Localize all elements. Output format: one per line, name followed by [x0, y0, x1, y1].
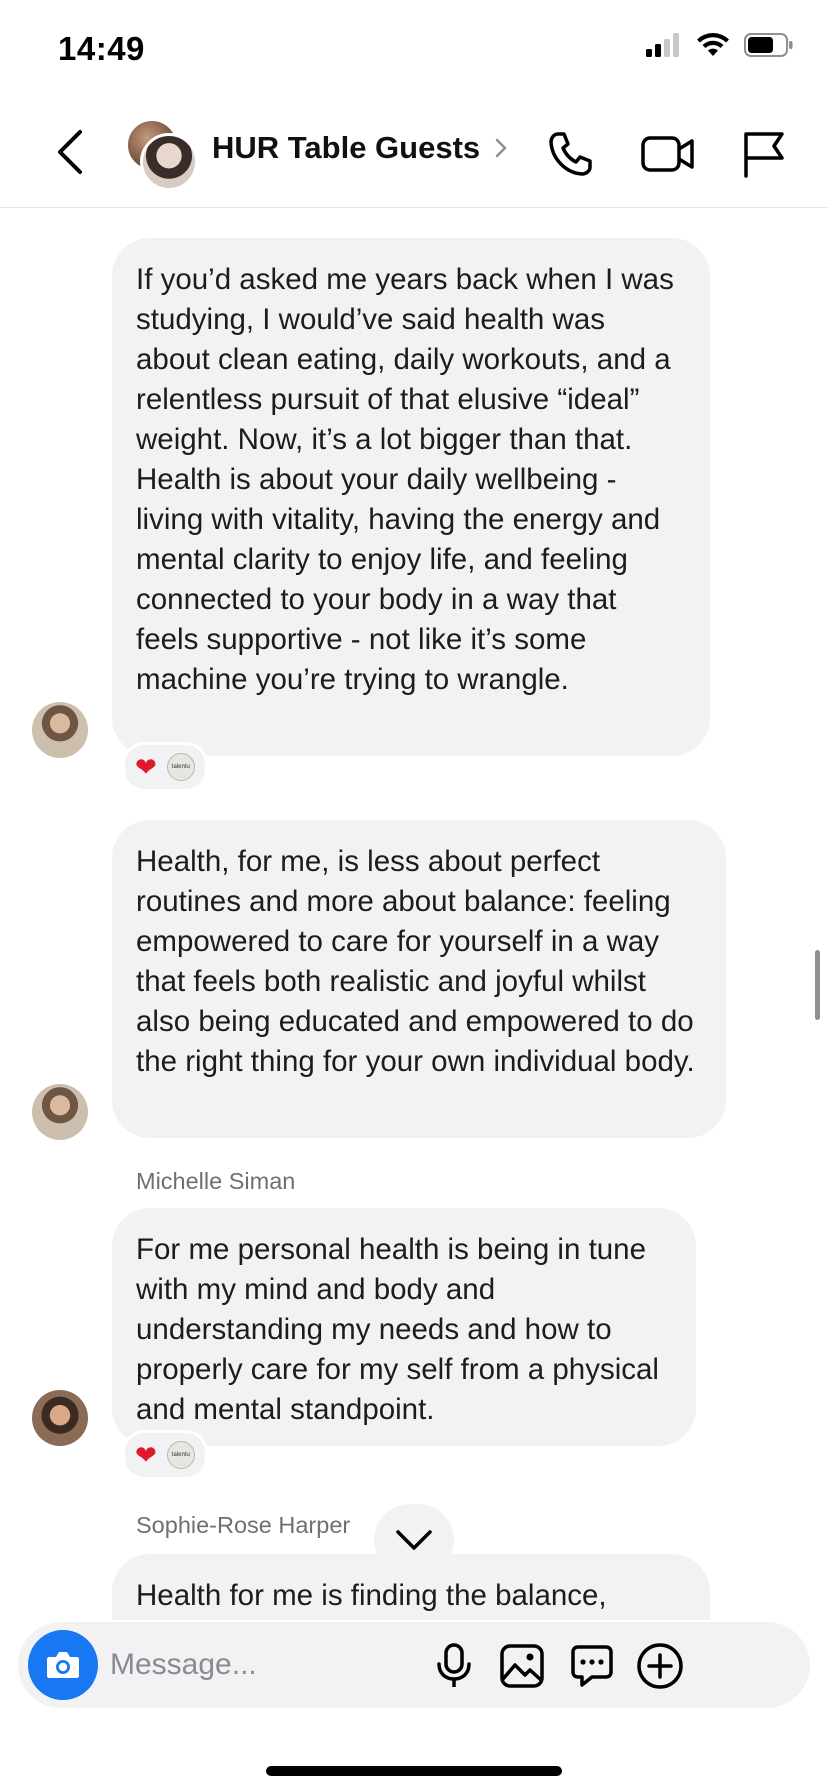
- flag-icon: [744, 132, 784, 178]
- reactor-avatar: talentu: [166, 1441, 195, 1469]
- report-button[interactable]: [738, 128, 790, 180]
- reactor-avatar: talentu: [166, 753, 195, 781]
- sender-name: Sophie-Rose Harper: [136, 1512, 351, 1538]
- scrollbar[interactable]: [815, 950, 820, 1020]
- sticker-button[interactable]: [566, 1640, 618, 1692]
- cellular-signal-icon: [646, 33, 679, 57]
- chat-bubble-icon: [571, 1645, 613, 1687]
- message-reactions[interactable]: ❤ talentu: [122, 742, 208, 792]
- heart-reaction-icon: ❤: [135, 752, 157, 782]
- wifi-icon: [697, 33, 729, 56]
- phone-icon: [549, 132, 592, 176]
- sender-avatar[interactable]: [32, 1084, 88, 1140]
- microphone-icon: [437, 1643, 471, 1687]
- status-icons: [646, 32, 794, 58]
- message-list[interactable]: If you’d asked me years back when I was …: [0, 208, 828, 1620]
- audio-call-button[interactable]: [544, 128, 596, 180]
- chevron-right-icon: [495, 138, 507, 158]
- message-bubble[interactable]: Health, for me, is less about perfect ro…: [112, 820, 726, 1138]
- heart-reaction-icon: ❤: [135, 1440, 157, 1470]
- sender-avatar[interactable]: [32, 702, 88, 758]
- message-bubble[interactable]: For me personal health is being in tune …: [112, 1208, 696, 1446]
- chevron-down-icon: [396, 1530, 432, 1550]
- group-avatar-2: [140, 133, 198, 191]
- message-composer: [18, 1622, 810, 1708]
- camera-icon: [47, 1652, 79, 1678]
- message-text: Health for me is finding the balance,: [136, 1579, 607, 1612]
- message-text: Health, for me, is less about perfect ro…: [136, 845, 695, 1078]
- gallery-button[interactable]: [496, 1640, 548, 1692]
- group-title-button[interactable]: HUR Table Guests: [212, 130, 508, 166]
- message-text: If you’d asked me years back when I was …: [136, 263, 674, 696]
- group-avatar[interactable]: [126, 119, 198, 191]
- status-time: 14:49: [58, 30, 145, 67]
- message-text: For me personal health is being in tune …: [136, 1233, 659, 1426]
- voice-message-button[interactable]: [428, 1640, 480, 1692]
- add-attachment-button[interactable]: [634, 1640, 686, 1692]
- scroll-to-bottom-button[interactable]: [374, 1504, 454, 1576]
- plus-circle-icon: [637, 1643, 683, 1689]
- sender-avatar[interactable]: [32, 1390, 88, 1446]
- message-bubble[interactable]: If you’d asked me years back when I was …: [112, 238, 710, 756]
- camera-button[interactable]: [28, 1630, 98, 1700]
- video-call-button[interactable]: [640, 128, 696, 180]
- status-bar: 14:49: [0, 0, 828, 100]
- chevron-left-icon: [58, 130, 82, 174]
- group-title: HUR Table Guests: [212, 130, 481, 165]
- battery-icon: [744, 33, 793, 57]
- back-button[interactable]: [52, 128, 92, 176]
- image-icon: [500, 1644, 544, 1688]
- message-reactions[interactable]: ❤ talentu: [122, 1430, 208, 1480]
- home-indicator[interactable]: [266, 1766, 562, 1776]
- video-camera-icon: [641, 136, 694, 172]
- chat-header: HUR Table Guests: [0, 100, 828, 208]
- sender-name: Michelle Siman: [136, 1168, 296, 1194]
- message-input[interactable]: [110, 1644, 470, 1686]
